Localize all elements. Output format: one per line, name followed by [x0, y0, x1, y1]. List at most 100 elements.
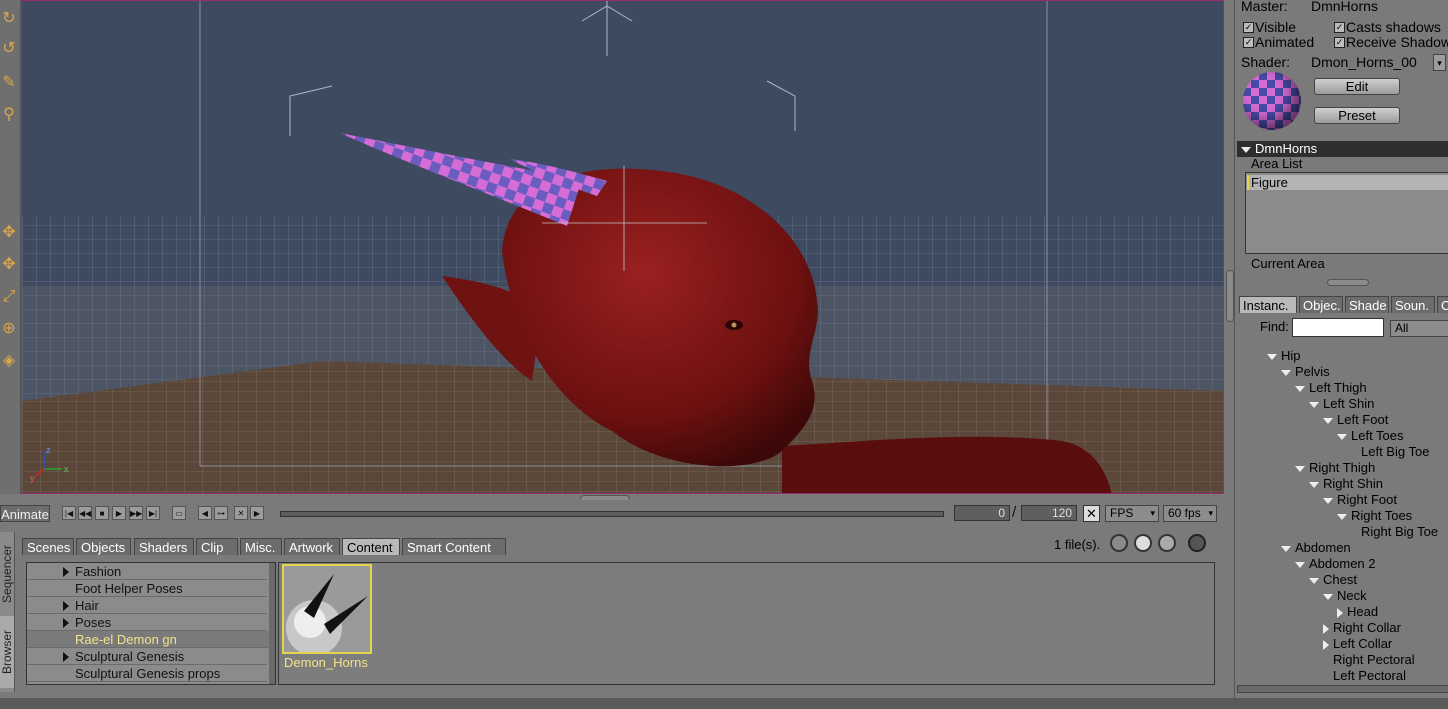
time-slider[interactable]	[280, 511, 944, 517]
collapse-icon[interactable]	[1309, 481, 1319, 488]
visible-checkbox[interactable]: ✓	[1243, 22, 1254, 33]
expand-icon[interactable]	[63, 652, 69, 662]
next-key-icon[interactable]: ▶	[250, 506, 264, 520]
side-tab-browser[interactable]: Browser	[0, 616, 14, 688]
prev-key-icon[interactable]: ◀	[198, 506, 212, 520]
tab-instances[interactable]: Instanc.	[1239, 296, 1297, 313]
shader-chevron-down-icon[interactable]: ▾	[1433, 54, 1446, 71]
scale-icon[interactable]: ⤢	[0, 286, 18, 308]
material-icon[interactable]: ◈	[0, 350, 18, 372]
tab-smart-content[interactable]: Smart Content	[402, 538, 506, 555]
tab-scenes[interactable]: Scenes	[22, 538, 74, 555]
casts-shadows-checkbox[interactable]: ✓	[1334, 22, 1345, 33]
tree-node[interactable]: Right Big Toe	[1351, 524, 1438, 540]
tree-node[interactable]: Right Foot	[1323, 492, 1397, 508]
find-input[interactable]	[1292, 318, 1384, 337]
stop-icon[interactable]: ■	[95, 506, 109, 520]
tree-node[interactable]: Left Thigh	[1295, 380, 1367, 396]
tree-node[interactable]: Pelvis	[1281, 364, 1330, 380]
category-item[interactable]: Hair	[75, 597, 99, 614]
section-header[interactable]: DmnHorns	[1237, 141, 1448, 157]
tree-node[interactable]: Right Thigh	[1295, 460, 1375, 476]
rewind-icon[interactable]: ◀◀	[78, 506, 92, 520]
collapse-icon[interactable]	[1337, 433, 1347, 440]
collapse-icon[interactable]	[1323, 593, 1333, 600]
tab-shaders-scene[interactable]: Shade.	[1345, 296, 1389, 313]
category-list[interactable]: Fashion Foot Helper Poses Hair Poses Rae-el …	[26, 562, 276, 685]
tab-shaders[interactable]: Shaders	[134, 538, 194, 555]
category-item[interactable]: Poses	[75, 614, 111, 631]
expand-icon[interactable]	[63, 618, 69, 628]
properties-splitter[interactable]	[1327, 279, 1369, 286]
collapse-icon[interactable]	[1295, 385, 1305, 392]
tree-node[interactable]: Left Shin	[1309, 396, 1374, 412]
loop-icon[interactable]: ▭	[172, 506, 186, 520]
category-item[interactable]: Foot Helper Poses	[75, 580, 183, 597]
rotate-icon[interactable]: ↻	[0, 8, 18, 30]
preset-button[interactable]: Preset	[1314, 107, 1400, 124]
collapse-icon[interactable]	[1281, 369, 1291, 376]
collapse-icon[interactable]	[1281, 545, 1291, 552]
universal-icon[interactable]: ⊕	[0, 318, 18, 340]
thumb-size-small-icon[interactable]	[1110, 534, 1128, 552]
tree-node[interactable]: Left Toes	[1337, 428, 1404, 444]
fast-forward-icon[interactable]: ▶▶	[129, 506, 143, 520]
close-icon[interactable]: ✕	[1083, 505, 1100, 522]
edit-button[interactable]: Edit	[1314, 78, 1400, 95]
tree-node[interactable]: Abdomen 2	[1295, 556, 1376, 572]
scene-tree[interactable]: Hip Pelvis Left Thigh Left Shin Left Foot Lef…	[1235, 342, 1448, 686]
translate-xz-icon[interactable]: ✥	[0, 254, 18, 276]
expand-icon[interactable]	[63, 567, 69, 577]
receive-shadow-checkbox[interactable]: ✓	[1334, 37, 1345, 48]
tree-node[interactable]: Right Collar	[1323, 620, 1401, 636]
expand-icon[interactable]	[1323, 639, 1329, 650]
category-item[interactable]: Sculptural Genesis	[75, 648, 184, 665]
side-tab-sequencer[interactable]: Sequencer	[0, 536, 14, 612]
options-icon[interactable]	[1188, 534, 1206, 552]
category-item[interactable]: Fashion	[75, 563, 121, 580]
tab-objects[interactable]: Objects	[76, 538, 131, 555]
tree-node[interactable]: Right Pectoral	[1323, 652, 1415, 668]
fps-mode-select[interactable]: FPS ▾	[1105, 505, 1159, 522]
key-icon[interactable]: ⊶	[214, 506, 228, 520]
tree-node[interactable]: Head	[1337, 604, 1378, 620]
expand-icon[interactable]	[1323, 623, 1329, 634]
tab-content[interactable]: Content	[342, 538, 400, 555]
pencil-icon[interactable]: ✎	[0, 72, 18, 94]
animated-checkbox[interactable]: ✓	[1243, 37, 1254, 48]
tab-objects-scene[interactable]: Objec.	[1299, 296, 1343, 313]
tab-misc[interactable]: Misc.	[240, 538, 282, 555]
tree-horizontal-scrollbar[interactable]	[1237, 685, 1448, 693]
tree-node[interactable]: Neck	[1323, 588, 1367, 604]
find-scope-select[interactable]: All	[1390, 320, 1448, 337]
demon-horns-thumbnail[interactable]	[282, 564, 372, 654]
twist-icon[interactable]: ↺	[0, 38, 18, 60]
total-frames-field[interactable]: 120	[1021, 505, 1077, 521]
tree-node[interactable]: Right Toes	[1337, 508, 1412, 524]
animate-button[interactable]: Animate	[0, 505, 50, 522]
taper-icon[interactable]: ⚲	[0, 104, 18, 126]
thumb-size-large-icon[interactable]	[1158, 534, 1176, 552]
fps-value-select[interactable]: 60 fps ▾	[1163, 505, 1217, 522]
thumbnail-pane[interactable]: Demon_Horns	[278, 562, 1215, 685]
tree-node[interactable]: Hip	[1267, 348, 1301, 364]
category-scrollbar[interactable]	[269, 563, 275, 684]
tab-more[interactable]: C	[1437, 296, 1448, 313]
area-list-item[interactable]: Figure	[1247, 175, 1448, 190]
collapse-icon[interactable]	[1309, 577, 1319, 584]
tree-node[interactable]: Abdomen	[1281, 540, 1351, 556]
collapse-icon[interactable]	[1323, 417, 1333, 424]
expand-icon[interactable]	[63, 601, 69, 611]
category-item[interactable]: Sculptural Genesis props	[75, 665, 220, 682]
collapse-icon[interactable]	[1295, 465, 1305, 472]
area-list[interactable]: Figure	[1245, 172, 1448, 254]
tab-sounds[interactable]: Soun.	[1391, 296, 1435, 313]
panel-splitter[interactable]	[1226, 270, 1234, 322]
collapse-icon[interactable]	[1267, 353, 1277, 360]
category-item[interactable]: Rae-el Demon gn	[75, 631, 177, 648]
current-frame-field[interactable]: 0	[954, 505, 1010, 521]
tree-node[interactable]: Left Foot	[1323, 412, 1388, 428]
first-frame-icon[interactable]: |◀	[62, 506, 76, 520]
tree-node[interactable]: Left Big Toe	[1351, 444, 1429, 460]
thumb-size-medium-icon[interactable]	[1134, 534, 1152, 552]
